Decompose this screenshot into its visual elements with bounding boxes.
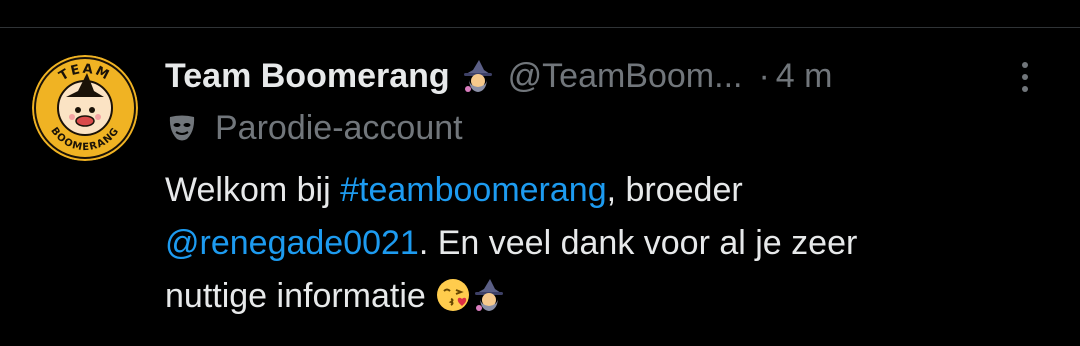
team-boomerang-logo: TEAM BOOMERANG — [32, 55, 138, 161]
mask-icon — [167, 113, 197, 143]
timestamp[interactable]: 4 m — [776, 57, 833, 96]
mention-link[interactable]: @renegade0021 — [165, 224, 419, 262]
tweet-text-part: , broeder — [606, 171, 743, 209]
tweet-text-part: nuttige informatie — [165, 277, 436, 315]
tweet-text-part: Welkom bij — [165, 171, 341, 209]
witch-emoji-icon — [460, 58, 496, 94]
parody-label: Parodie-account — [165, 108, 463, 148]
avatar[interactable]: TEAM BOOMERANG — [32, 55, 138, 161]
more-options-icon[interactable] — [1015, 59, 1035, 95]
display-name[interactable]: Team Boomerang — [165, 57, 450, 96]
witch-emoji-icon — [471, 276, 507, 312]
parody-label-text: Parodie-account — [215, 108, 463, 147]
user-handle[interactable]: @TeamBoom... — [508, 57, 743, 96]
tweet[interactable]: TEAM BOOMERANG Team Boomerang @TeamBoom.… — [0, 28, 1080, 346]
kissing-face-emoji-icon — [435, 276, 471, 312]
hashtag-link[interactable]: #teamboomerang — [340, 171, 607, 209]
tweet-text-part: . En veel dank voor al je zeer — [418, 224, 858, 262]
separator-dot: · — [758, 56, 770, 95]
tweet-text: Welkom bij #teamboomerang, broeder @rene… — [165, 164, 1055, 323]
tweet-header: Team Boomerang @TeamBoom... · 4 m — [165, 56, 1055, 96]
